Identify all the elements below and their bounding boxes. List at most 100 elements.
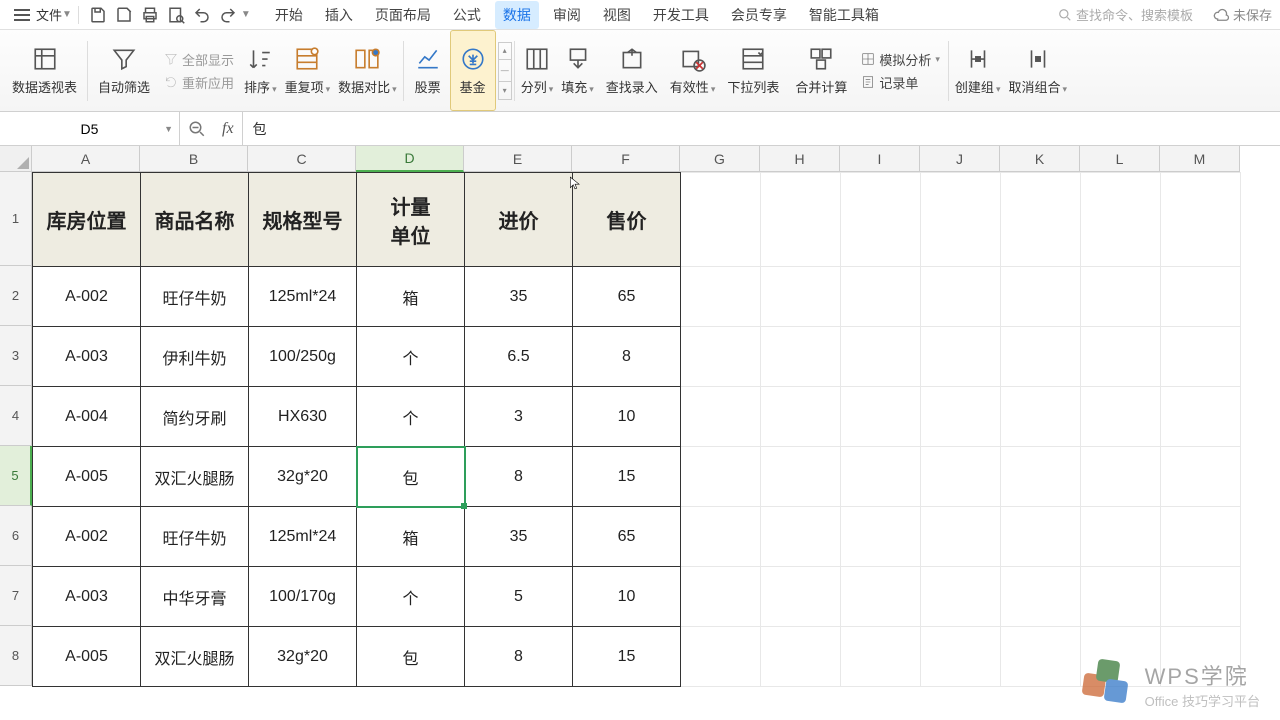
find-entry-button[interactable]: 查找录入	[598, 30, 666, 111]
tab-view[interactable]: 视图	[595, 1, 639, 29]
cell[interactable]: 箱	[357, 507, 465, 567]
cell[interactable]	[1001, 567, 1081, 627]
row-header[interactable]: 5	[0, 446, 32, 506]
tab-start[interactable]: 开始	[267, 1, 311, 29]
record-form-button[interactable]: 记录单	[861, 73, 940, 92]
cell[interactable]	[681, 267, 761, 327]
print-preview-icon[interactable]	[167, 6, 185, 24]
cell[interactable]: 库房位置	[33, 173, 141, 267]
tab-insert[interactable]: 插入	[317, 1, 361, 29]
select-all-corner[interactable]	[0, 146, 32, 172]
cell[interactable]: 15	[573, 447, 681, 507]
cell[interactable]	[1001, 507, 1081, 567]
cell[interactable]	[921, 327, 1001, 387]
cell[interactable]: 10	[573, 387, 681, 447]
redo-icon[interactable]	[219, 6, 237, 24]
cell[interactable]	[681, 327, 761, 387]
cell[interactable]: 包	[357, 447, 465, 507]
cell[interactable]	[1161, 173, 1241, 267]
cell[interactable]	[1081, 327, 1161, 387]
column-header[interactable]: M	[1160, 146, 1240, 172]
cell[interactable]: 售价	[573, 173, 681, 267]
row-header[interactable]: 6	[0, 506, 32, 566]
column-header[interactable]: G	[680, 146, 760, 172]
cell[interactable]: 32g*20	[249, 447, 357, 507]
tab-devtools[interactable]: 开发工具	[645, 1, 717, 29]
cell[interactable]: 8	[465, 447, 573, 507]
column-header[interactable]: E	[464, 146, 572, 172]
column-header[interactable]: B	[140, 146, 248, 172]
cell[interactable]	[841, 447, 921, 507]
cell[interactable]: A-005	[33, 447, 141, 507]
cell[interactable]: 15	[573, 627, 681, 687]
cell[interactable]	[761, 507, 841, 567]
cell[interactable]: 计量单位	[357, 173, 465, 267]
cell[interactable]	[761, 173, 841, 267]
tab-member[interactable]: 会员专享	[723, 1, 795, 29]
cell[interactable]	[921, 447, 1001, 507]
cell[interactable]: 旺仔牛奶	[141, 507, 249, 567]
cell[interactable]	[761, 387, 841, 447]
cell[interactable]	[1081, 267, 1161, 327]
column-header[interactable]: C	[248, 146, 356, 172]
cell[interactable]: 双汇火腿肠	[141, 447, 249, 507]
cell[interactable]: 125ml*24	[249, 507, 357, 567]
print-icon[interactable]	[141, 6, 159, 24]
ungroup-button[interactable]: 取消组合▾	[1004, 30, 1071, 111]
column-header[interactable]: F	[572, 146, 680, 172]
fund-button[interactable]: 基金	[450, 30, 496, 111]
qat-more-caret-icon[interactable]: ▼	[241, 9, 251, 20]
cell[interactable]: 3	[465, 387, 573, 447]
column-header[interactable]: A	[32, 146, 140, 172]
file-menu[interactable]: 文件	[36, 5, 62, 24]
cell[interactable]: 35	[465, 267, 573, 327]
cell[interactable]	[841, 627, 921, 687]
name-box-input[interactable]	[0, 121, 179, 137]
cell[interactable]	[1161, 447, 1241, 507]
cell[interactable]	[1001, 447, 1081, 507]
save-state[interactable]: 未保存	[1213, 5, 1272, 24]
name-box[interactable]: ▼	[0, 112, 180, 145]
cell[interactable]	[1001, 327, 1081, 387]
fx-icon[interactable]: fx	[222, 120, 234, 138]
cell[interactable]	[761, 447, 841, 507]
cell[interactable]: A-005	[33, 627, 141, 687]
cell[interactable]	[921, 267, 1001, 327]
row-header[interactable]: 4	[0, 386, 32, 446]
column-header[interactable]: K	[1000, 146, 1080, 172]
formula-input[interactable]: 包	[242, 112, 1280, 145]
row-header[interactable]: 7	[0, 566, 32, 626]
cell[interactable]: HX630	[249, 387, 357, 447]
cell[interactable]: 双汇火腿肠	[141, 627, 249, 687]
cell[interactable]: 商品名称	[141, 173, 249, 267]
whatif-button[interactable]: 模拟分析▾	[861, 50, 940, 69]
zoom-out-icon[interactable]	[188, 120, 206, 138]
cell[interactable]	[921, 173, 1001, 267]
cell[interactable]	[1081, 173, 1161, 267]
cell[interactable]	[681, 507, 761, 567]
cell[interactable]	[1161, 567, 1241, 627]
cell[interactable]: 进价	[465, 173, 573, 267]
cell[interactable]	[681, 567, 761, 627]
pivot-table-button[interactable]: 数据透视表	[4, 30, 85, 111]
cell[interactable]	[1001, 173, 1081, 267]
cell[interactable]	[921, 627, 1001, 687]
group-button[interactable]: 创建组▾	[951, 30, 1005, 111]
fill-button[interactable]: 填充▾	[557, 30, 598, 111]
spinner-mid[interactable]: —	[498, 60, 512, 82]
cell[interactable]	[841, 173, 921, 267]
save-as-icon[interactable]	[115, 6, 133, 24]
cell[interactable]: A-004	[33, 387, 141, 447]
namebox-caret-icon[interactable]: ▼	[164, 124, 173, 134]
sort-button[interactable]: 排序▾	[240, 30, 281, 111]
column-header[interactable]: D	[356, 146, 464, 172]
row-header[interactable]: 2	[0, 266, 32, 326]
cell[interactable]	[681, 387, 761, 447]
row-header[interactable]: 3	[0, 326, 32, 386]
cell[interactable]: 8	[465, 627, 573, 687]
column-header[interactable]: J	[920, 146, 1000, 172]
cell[interactable]	[841, 387, 921, 447]
cell[interactable]: 规格型号	[249, 173, 357, 267]
cell[interactable]: 6.5	[465, 327, 573, 387]
data-compare-button[interactable]: 数据对比▾	[334, 30, 401, 111]
